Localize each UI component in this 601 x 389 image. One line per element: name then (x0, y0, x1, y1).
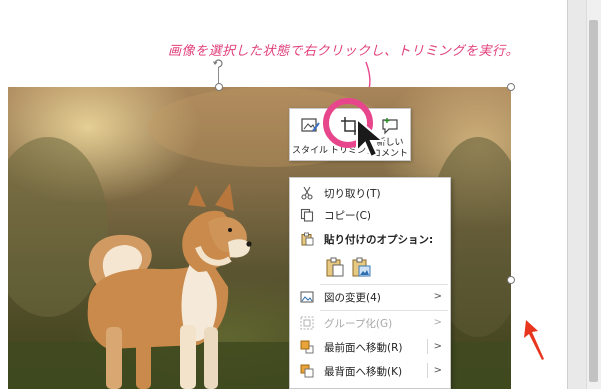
menu-separator (320, 284, 448, 285)
context-menu: 切り取り(T) コピー(C) 貼り付けのオプション: 図の変更(4) > グルー… (289, 177, 451, 389)
paste-icon (301, 232, 314, 246)
menu-item-bring-to-front[interactable]: 最前面へ移動(R) > (290, 336, 450, 358)
rotate-handle-icon[interactable] (212, 57, 225, 70)
menu-item-group-label: グループ化(G) (324, 318, 393, 330)
menu-item-cut[interactable]: 切り取り(T) (290, 182, 450, 204)
paste-keep-source-icon[interactable] (324, 256, 346, 278)
resize-handle-middle-right[interactable] (507, 276, 515, 284)
menu-item-bring-to-front-label: 最前面へ移動(R) (324, 342, 403, 354)
mouse-cursor-icon (356, 117, 386, 159)
menu-item-copy[interactable]: コピー(C) (290, 204, 450, 226)
submenu-arrow-icon: > (433, 341, 442, 352)
menu-item-cut-label: 切り取り(T) (324, 188, 381, 200)
submenu-arrow-icon: > (433, 365, 442, 376)
menu-separator (320, 310, 448, 311)
submenu-arrow-icon: > (433, 291, 442, 302)
copy-icon (300, 208, 314, 222)
menu-item-change-picture-label: 図の変更(4) (324, 292, 381, 304)
scissors-icon (301, 186, 313, 200)
menu-item-send-to-back-label: 最背面へ移動(K) (324, 366, 403, 378)
group-icon (300, 316, 314, 330)
menu-item-change-picture[interactable]: 図の変更(4) > (290, 286, 450, 308)
menu-item-copy-label: コピー(C) (324, 210, 372, 222)
paste-as-picture-icon[interactable] (350, 256, 372, 278)
style-icon (301, 118, 320, 132)
change-picture-icon (300, 291, 314, 303)
red-pointer-arrow-icon (524, 320, 544, 360)
split-separator (427, 363, 428, 378)
send-to-back-icon (300, 364, 314, 378)
menu-item-paste-options-label: 貼り付けのオプション: (324, 234, 434, 246)
style-button-label: スタイル (291, 146, 328, 156)
submenu-arrow-icon: > (433, 317, 442, 328)
split-separator (427, 339, 428, 354)
resize-handle-top-center[interactable] (215, 83, 223, 91)
menu-item-group[interactable]: グループ化(G) > (290, 312, 450, 334)
scrollbar-thumb[interactable] (589, 20, 598, 382)
menu-item-send-to-back[interactable]: 最背面へ移動(K) > (290, 360, 450, 382)
resize-handle-top-right[interactable] (507, 83, 515, 91)
menu-item-paste-options: 貼り付けのオプション: (290, 228, 450, 250)
bring-to-front-icon (300, 340, 314, 354)
